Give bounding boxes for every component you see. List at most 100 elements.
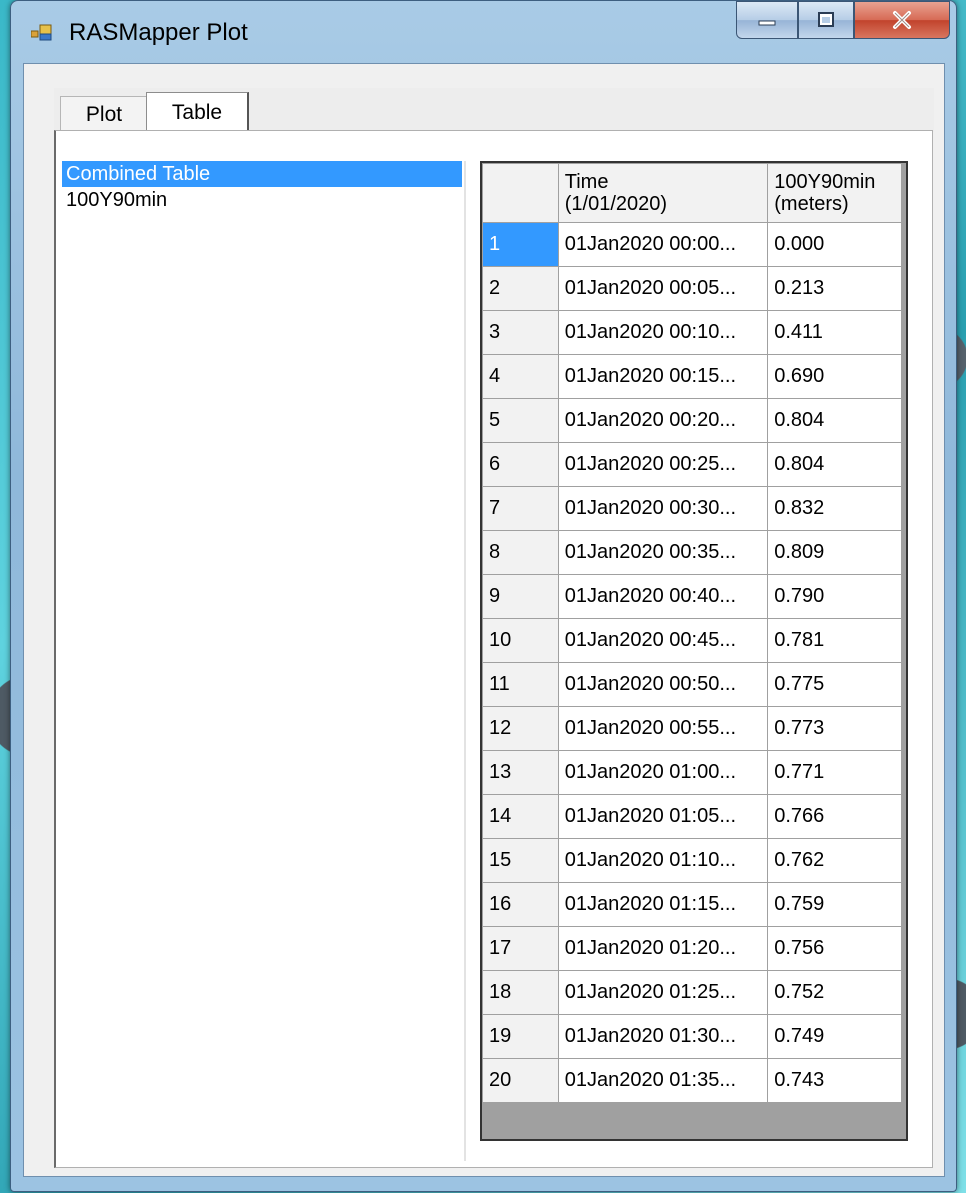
title-bar[interactable]: RASMapper Plot [11,1,956,63]
value-cell[interactable]: 0.752 [767,970,902,1015]
time-cell[interactable]: 01Jan2020 00:30... [557,486,769,531]
row-header-cell[interactable]: 19 [482,1014,559,1059]
rasmapper-plot-window: RASMapper Plot Plot Table Combined Table… [10,0,957,1192]
value-cell[interactable]: 0.749 [767,1014,902,1059]
time-cell[interactable]: 01Jan2020 00:55... [557,706,769,751]
table-row[interactable]: 14 01Jan2020 01:05... 0.766 [482,794,902,839]
time-cell[interactable]: 01Jan2020 01:00... [557,750,769,795]
corner-header[interactable] [482,163,559,223]
value-cell[interactable]: 0.804 [767,442,902,487]
row-header-cell[interactable]: 20 [482,1058,559,1103]
value-cell[interactable]: 0.766 [767,794,902,839]
row-header-cell[interactable]: 2 [482,266,559,311]
row-header-cell[interactable]: 6 [482,442,559,487]
table-row[interactable]: 18 01Jan2020 01:25... 0.752 [482,970,902,1015]
row-header-cell[interactable]: 18 [482,970,559,1015]
table-row[interactable]: 8 01Jan2020 00:35... 0.809 [482,530,902,575]
value-cell[interactable]: 0.690 [767,354,902,399]
table-row[interactable]: 19 01Jan2020 01:30... 0.749 [482,1014,902,1059]
time-cell[interactable]: 01Jan2020 01:30... [557,1014,769,1059]
time-cell[interactable]: 01Jan2020 01:15... [557,882,769,927]
tab-plot[interactable]: Plot [60,96,148,133]
row-header-cell[interactable]: 14 [482,794,559,839]
time-cell[interactable]: 01Jan2020 01:20... [557,926,769,971]
value-cell[interactable]: 0.771 [767,750,902,795]
value-cell[interactable]: 0.775 [767,662,902,707]
time-cell[interactable]: 01Jan2020 00:35... [557,530,769,575]
time-cell[interactable]: 01Jan2020 01:05... [557,794,769,839]
table-row[interactable]: 15 01Jan2020 01:10... 0.762 [482,838,902,883]
value-cell[interactable]: 0.804 [767,398,902,443]
close-icon [893,11,911,29]
data-grid[interactable]: Time (1/01/2020) 100Y90min (meters) 1 01Jan… [480,161,908,1141]
table-row[interactable]: 1 01Jan2020 00:00... 0.000 [482,222,902,267]
list-item-100y90min[interactable]: 100Y90min [62,187,462,213]
header-depth-line1: 100Y90min [774,171,876,193]
table-row[interactable]: 16 01Jan2020 01:15... 0.759 [482,882,902,927]
table-row[interactable]: 20 01Jan2020 01:35... 0.743 [482,1058,902,1103]
table-row[interactable]: 6 01Jan2020 00:25... 0.804 [482,442,902,487]
time-cell[interactable]: 01Jan2020 00:40... [557,574,769,619]
row-header-cell[interactable]: 1 [482,222,559,267]
row-header-cell[interactable]: 10 [482,618,559,663]
table-row[interactable]: 5 01Jan2020 00:20... 0.804 [482,398,902,443]
row-header-cell[interactable]: 11 [482,662,559,707]
value-cell[interactable]: 0.756 [767,926,902,971]
maximize-button[interactable] [798,1,854,39]
column-header-depth[interactable]: 100Y90min (meters) [767,163,902,223]
column-header-time[interactable]: Time (1/01/2020) [557,163,769,223]
time-cell[interactable]: 01Jan2020 01:35... [557,1058,769,1103]
value-cell[interactable]: 0.832 [767,486,902,531]
table-row[interactable]: 2 01Jan2020 00:05... 0.213 [482,266,902,311]
time-cell[interactable]: 01Jan2020 00:10... [557,310,769,355]
minimize-button[interactable] [736,1,798,39]
table-row[interactable]: 17 01Jan2020 01:20... 0.756 [482,926,902,971]
window-title: RASMapper Plot [69,19,248,46]
row-header-cell[interactable]: 8 [482,530,559,575]
close-button[interactable] [854,1,950,39]
table-selector-list[interactable]: Combined Table 100Y90min [62,161,462,1161]
value-cell[interactable]: 0.759 [767,882,902,927]
table-row[interactable]: 10 01Jan2020 00:45... 0.781 [482,618,902,663]
time-cell[interactable]: 01Jan2020 00:20... [557,398,769,443]
table-row[interactable]: 4 01Jan2020 00:15... 0.690 [482,354,902,399]
splitter[interactable] [464,161,466,1161]
row-header-cell[interactable]: 15 [482,838,559,883]
row-header-cell[interactable]: 9 [482,574,559,619]
time-cell[interactable]: 01Jan2020 00:25... [557,442,769,487]
time-cell[interactable]: 01Jan2020 00:45... [557,618,769,663]
value-cell[interactable]: 0.743 [767,1058,902,1103]
table-row[interactable]: 12 01Jan2020 00:55... 0.773 [482,706,902,751]
value-cell[interactable]: 0.781 [767,618,902,663]
table-row[interactable]: 13 01Jan2020 01:00... 0.771 [482,750,902,795]
row-header-cell[interactable]: 16 [482,882,559,927]
row-header-cell[interactable]: 13 [482,750,559,795]
list-item-combined-table[interactable]: Combined Table [62,161,462,187]
header-row: Time (1/01/2020) 100Y90min (meters) [482,163,902,223]
value-cell[interactable]: 0.790 [767,574,902,619]
row-header-cell[interactable]: 7 [482,486,559,531]
table-row[interactable]: 3 01Jan2020 00:10... 0.411 [482,310,902,355]
value-cell[interactable]: 0.762 [767,838,902,883]
table-row[interactable]: 9 01Jan2020 00:40... 0.790 [482,574,902,619]
time-cell[interactable]: 01Jan2020 00:50... [557,662,769,707]
row-header-cell[interactable]: 5 [482,398,559,443]
row-header-cell[interactable]: 4 [482,354,559,399]
tab-table[interactable]: Table [146,92,249,133]
value-cell[interactable]: 0.809 [767,530,902,575]
value-cell[interactable]: 0.213 [767,266,902,311]
time-cell[interactable]: 01Jan2020 00:05... [557,266,769,311]
row-header-cell[interactable]: 12 [482,706,559,751]
value-cell[interactable]: 0.411 [767,310,902,355]
table-row[interactable]: 11 01Jan2020 00:50... 0.775 [482,662,902,707]
row-header-cell[interactable]: 17 [482,926,559,971]
time-cell[interactable]: 01Jan2020 01:10... [557,838,769,883]
value-cell[interactable]: 0.773 [767,706,902,751]
value-cell[interactable]: 0.000 [767,222,902,267]
client-area: Plot Table Combined Table 100Y90min Time… [23,63,945,1177]
row-header-cell[interactable]: 3 [482,310,559,355]
time-cell[interactable]: 01Jan2020 01:25... [557,970,769,1015]
table-row[interactable]: 7 01Jan2020 00:30... 0.832 [482,486,902,531]
time-cell[interactable]: 01Jan2020 00:00... [557,222,769,267]
time-cell[interactable]: 01Jan2020 00:15... [557,354,769,399]
